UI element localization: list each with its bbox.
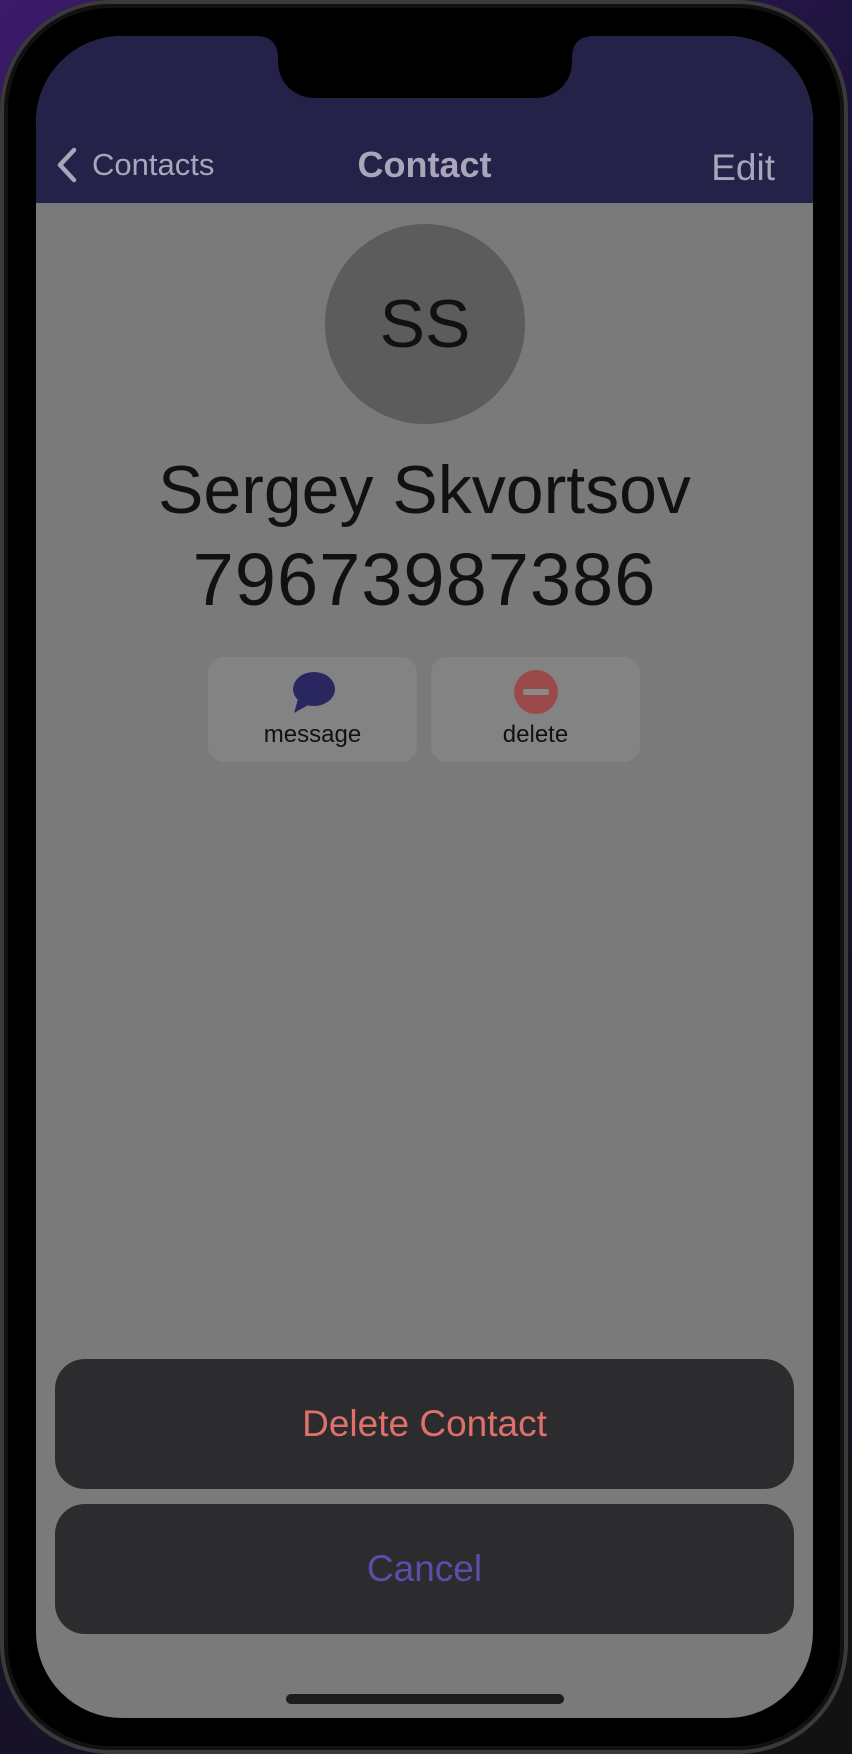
phone-frame: Contacts Contact Edit SS Sergey Skvortso… [0, 0, 848, 1754]
cancel-label: Cancel [366, 1548, 483, 1589]
avatar: SS [325, 224, 525, 424]
contact-name: Sergey Skvortsov [158, 452, 691, 528]
notch [260, 36, 590, 98]
contact-phone: 79673987386 [192, 538, 657, 621]
delete-button[interactable]: delete [431, 657, 640, 762]
delete-contact-label: Delete Contact [302, 1403, 547, 1444]
avatar-initials: SS [379, 286, 471, 362]
home-indicator[interactable] [286, 1694, 564, 1704]
back-button-label: Contacts [92, 147, 215, 182]
delete-contact-button[interactable]: Delete Contact [55, 1359, 794, 1489]
minus-circle-icon [513, 670, 558, 714]
chevron-left-icon [57, 147, 77, 183]
message-label: message [263, 721, 362, 748]
phone-screen: Contacts Contact Edit SS Sergey Skvortso… [36, 36, 813, 1718]
back-button[interactable]: Contacts [56, 140, 214, 190]
message-button[interactable]: message [208, 657, 417, 762]
delete-label: delete [502, 721, 569, 748]
cancel-button[interactable]: Cancel [55, 1504, 794, 1634]
edit-button[interactable]: Edit [711, 140, 775, 196]
navigation-bar: Contacts Contact Edit [36, 36, 813, 203]
speech-bubble-icon [292, 672, 335, 713]
